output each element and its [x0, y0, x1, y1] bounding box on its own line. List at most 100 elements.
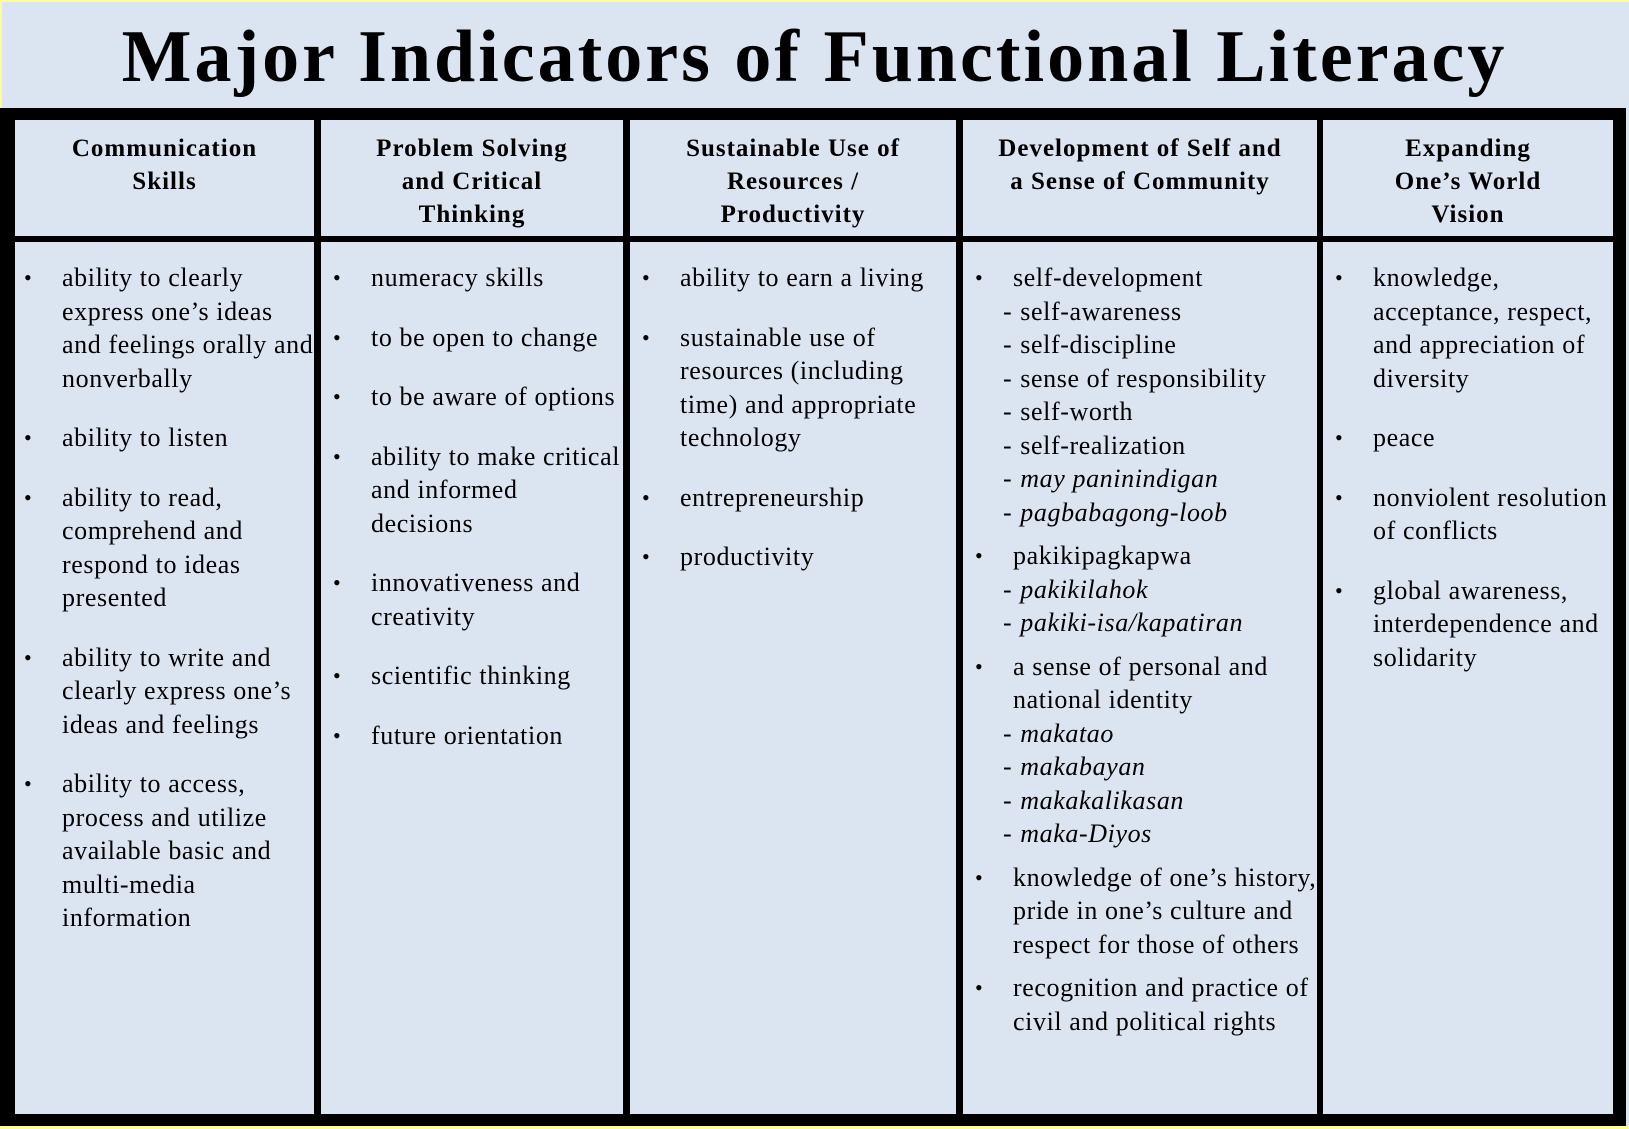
bullet-icon: • — [642, 265, 651, 290]
list-item-text: scientific thinking — [371, 661, 571, 690]
bullet-icon: • — [333, 265, 342, 290]
bullet-icon: • — [333, 663, 342, 688]
bullet-icon: • — [24, 265, 33, 290]
list-item: • self-development - self-awareness - self-di… — [975, 261, 1317, 529]
header-line: Development of Self and — [998, 135, 1282, 162]
dash-icon: - — [1003, 330, 1013, 359]
bullet-icon: • — [333, 722, 342, 748]
bullet-icon: • — [642, 484, 651, 510]
list-item-text: ability to make critical and informed de… — [371, 441, 621, 538]
page-title: Major Indicators of Functional Literacy — [121, 16, 1508, 98]
bullet-icon: • — [333, 384, 342, 409]
sub-item: - self-discipline — [1003, 328, 1317, 362]
column-body-communication: • ability to clearly express one’s ideas … — [15, 242, 314, 1114]
sub-item: - may paninindigan — [1003, 462, 1317, 496]
list-item-text: future orientation — [371, 720, 564, 750]
list-item: • ability to earn a living — [642, 261, 956, 295]
list-item-text: to be open to change — [371, 322, 599, 352]
list-item: • ability to make critical and informed d… — [333, 440, 623, 541]
list-item: • to be open to change — [333, 321, 623, 355]
list-item-text: global awareness, interdependence and so… — [1373, 575, 1599, 672]
list-item-text: ability to access, process and utilize a… — [62, 769, 272, 932]
list-item: • numeracy skills — [333, 261, 623, 295]
dash-icon: - — [1003, 397, 1013, 426]
list-item: • sustainable use of resources (including… — [642, 321, 956, 455]
sub-item: - makatao — [1003, 717, 1317, 751]
list-item-text: recognition and practice of civil and po… — [1013, 973, 1309, 1036]
list-item: • ability to listen — [24, 421, 314, 455]
sub-item-text: maka-Diyos — [1020, 819, 1152, 848]
list-item-text: to be aware of options — [371, 382, 616, 411]
list-item-text: ability to clearly express one’s ideas a… — [62, 263, 314, 393]
list-item-text: sustainable use of resources (including … — [680, 322, 917, 453]
header-line: One’s World — [1394, 168, 1542, 195]
list-item-text: ability to write and clearly express one… — [62, 642, 292, 739]
header-line: Vision — [1431, 201, 1505, 228]
bullet-icon: • — [975, 864, 984, 890]
sub-item: - sense of responsibility — [1003, 362, 1317, 396]
sub-item: - self-awareness — [1003, 295, 1317, 329]
list-item: • ability to access, process and utilize … — [24, 767, 314, 935]
sub-item: - pakiki-isa/kapatiran — [1003, 606, 1317, 640]
list-item: • pakikipagkapwa - pakikilahok - pakiki-isa/k… — [975, 539, 1317, 640]
list-item-text: numeracy skills — [371, 263, 544, 292]
dash-icon: - — [1003, 819, 1013, 848]
list-item: • ability to clearly express one’s ideas … — [24, 261, 314, 395]
bullet-icon: • — [24, 484, 33, 510]
column-body-development-of-self: • self-development - self-awareness - self-di… — [963, 242, 1317, 1114]
column-header-problem-solving: Problem Solving and Critical Thinking — [321, 120, 623, 236]
bullet-icon: • — [24, 425, 33, 450]
column-header-label: Sustainable Use of Resources / Productivit… — [686, 132, 900, 231]
list-item-text: ability to earn a living — [680, 263, 925, 292]
list-item: • recognition and practice of civil and p… — [975, 971, 1317, 1038]
header-line: Problem Solving — [376, 135, 568, 162]
column-body-problem-solving: • numeracy skills • to be open to change • to… — [321, 242, 623, 1114]
header-line: Skills — [132, 168, 197, 195]
column-header-label: Expanding One’s World Vision — [1395, 132, 1541, 231]
list-item: • ability to write and clearly express on… — [24, 641, 314, 742]
list-item-text: ability to read, comprehend and respond … — [62, 482, 243, 613]
bullet-icon: • — [1335, 484, 1344, 510]
list-item-text: productivity — [680, 542, 815, 571]
dash-icon: - — [1003, 497, 1013, 527]
sub-item-text: self-realization — [1020, 430, 1186, 460]
column-header-label: Problem Solving and Critical Thinking — [376, 132, 568, 231]
list-item: • ability to read, comprehend and respond… — [24, 481, 314, 615]
column-header-label: Communication Skills — [72, 132, 257, 198]
sub-item-text: makabayan — [1020, 752, 1146, 781]
header-line: Productivity — [720, 201, 866, 228]
sub-item-text: pakikilahok — [1020, 574, 1149, 604]
bullet-icon: • — [1335, 425, 1344, 450]
list-item: • to be aware of options — [333, 380, 623, 414]
column-header-label: Development of Self and a Sense of Commun… — [998, 132, 1281, 198]
dash-icon: - — [1003, 785, 1013, 815]
column-header-communication: Communication Skills — [15, 120, 314, 236]
sub-item: - maka-Diyos — [1003, 817, 1317, 851]
sub-item-text: makatao — [1020, 718, 1115, 748]
list-item-text: knowledge, acceptance, respect, and appr… — [1373, 263, 1593, 393]
list-item: • entrepreneurship — [642, 481, 956, 515]
bullet-icon: • — [1335, 265, 1344, 290]
list-item: • productivity — [642, 540, 956, 574]
list-item-text: peace — [1373, 423, 1436, 452]
sub-item-text: sense of responsibility — [1020, 363, 1267, 393]
list-item: • innovativeness and creativity — [333, 566, 623, 633]
sub-item-text: self-worth — [1020, 397, 1134, 426]
sub-item: - self-realization — [1003, 429, 1317, 463]
bullet-icon: • — [975, 265, 984, 290]
bullet-icon: • — [1335, 577, 1344, 603]
list-item-text: knowledge of one’s history, pride in one… — [1013, 862, 1317, 959]
column-header-development-of-self: Development of Self and a Sense of Commun… — [963, 120, 1317, 236]
sub-item: - pakikilahok — [1003, 573, 1317, 607]
bullet-icon: • — [975, 975, 984, 1000]
column-header-sustainable-use: Sustainable Use of Resources / Productivit… — [630, 120, 956, 236]
bullet-icon: • — [333, 324, 342, 350]
dash-icon: - — [1003, 464, 1013, 493]
bullet-icon: • — [24, 771, 33, 796]
sub-item-text: self-awareness — [1020, 296, 1182, 326]
sub-item: - self-worth — [1003, 395, 1317, 429]
dash-icon: - — [1003, 296, 1013, 326]
list-item: • scientific thinking — [333, 659, 623, 693]
header-line: a Sense of Community — [1010, 168, 1270, 195]
list-item-text: entrepreneurship — [680, 482, 865, 512]
